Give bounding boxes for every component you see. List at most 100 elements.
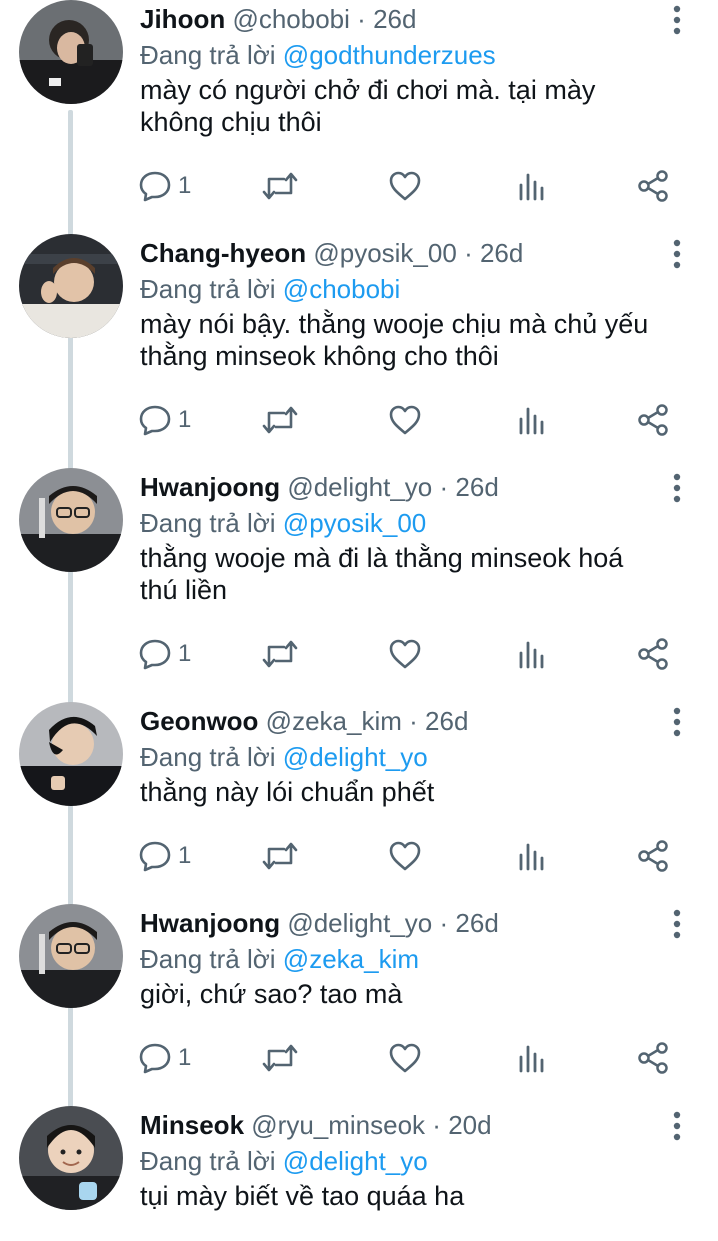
separator: · <box>464 238 473 268</box>
tweet-header: Geonwoo @zeka_kim · 26d <box>140 702 660 740</box>
tweet[interactable]: Hwanjoong @delight_yo · 26d Đang trả lời… <box>0 904 718 1138</box>
timestamp[interactable]: 26d <box>425 706 468 736</box>
bar-chart-icon <box>514 403 548 437</box>
tweet[interactable]: Chang-hyeon @pyosik_00 · 26d Đang trả lờ… <box>0 234 718 468</box>
avatar[interactable] <box>19 702 123 806</box>
retweet-arrows-icon <box>260 1041 300 1075</box>
tweet[interactable]: Jihoon @chobobi · 26d Đang trả lời @godt… <box>0 0 718 234</box>
speech-bubble-icon <box>138 637 172 671</box>
tweet[interactable]: Geonwoo @zeka_kim · 26d Đang trả lời @de… <box>0 702 718 936</box>
avatar[interactable] <box>19 904 123 1008</box>
reply-count: 1 <box>178 1044 192 1071</box>
share-nodes-icon <box>636 403 670 437</box>
heart-icon <box>388 169 422 203</box>
retweet-arrows-icon <box>260 169 300 203</box>
replying-to-link[interactable]: @chobobi <box>283 274 400 304</box>
like-button[interactable] <box>388 634 422 674</box>
like-button[interactable] <box>388 836 422 876</box>
like-button[interactable] <box>388 400 422 440</box>
three-dots-vertical-icon[interactable] <box>664 238 690 270</box>
replying-to-label: Đang trả lời <box>140 1146 276 1176</box>
retweet-button[interactable] <box>260 166 300 206</box>
reply-count: 1 <box>178 640 192 667</box>
timestamp[interactable]: 26d <box>373 4 416 34</box>
display-name[interactable]: Geonwoo <box>140 706 258 736</box>
replying-to: Đang trả lời @delight_yo <box>140 740 660 774</box>
like-button[interactable] <box>388 166 422 206</box>
avatar[interactable] <box>19 1106 123 1210</box>
retweet-button[interactable] <box>260 836 300 876</box>
three-dots-vertical-icon[interactable] <box>664 1110 690 1142</box>
share-button[interactable] <box>636 836 670 876</box>
reply-button[interactable]: 1 <box>138 836 191 876</box>
replying-to-link[interactable]: @delight_yo <box>283 742 428 772</box>
replying-to-label: Đang trả lời <box>140 508 276 538</box>
user-handle[interactable]: @ryu_minseok <box>251 1110 425 1140</box>
reply-button[interactable]: 1 <box>138 1038 191 1078</box>
avatar[interactable] <box>19 234 123 338</box>
replying-to: Đang trả lời @pyosik_00 <box>140 506 660 540</box>
views-button[interactable] <box>514 400 548 440</box>
three-dots-vertical-icon[interactable] <box>664 4 690 36</box>
share-button[interactable] <box>636 166 670 206</box>
tweet-text: thằng này lói chuẩn phết <box>140 777 435 807</box>
share-button[interactable] <box>636 1038 670 1078</box>
tweet[interactable]: Hwanjoong @delight_yo · 26d Đang trả lời… <box>0 468 718 702</box>
views-button[interactable] <box>514 166 548 206</box>
replying-to-label: Đang trả lời <box>140 40 276 70</box>
like-button[interactable] <box>388 1038 422 1078</box>
display-name[interactable]: Minseok <box>140 1110 244 1140</box>
replying-to-link[interactable]: @pyosik_00 <box>283 508 426 538</box>
reply-button[interactable]: 1 <box>138 634 191 674</box>
speech-bubble-icon <box>138 1041 172 1075</box>
retweet-button[interactable] <box>260 1038 300 1078</box>
display-name[interactable]: Hwanjoong <box>140 908 280 938</box>
user-handle[interactable]: @delight_yo <box>287 472 432 502</box>
share-button[interactable] <box>636 634 670 674</box>
tweet-header: Jihoon @chobobi · 26d <box>140 0 660 38</box>
separator: · <box>409 706 418 736</box>
three-dots-vertical-icon[interactable] <box>664 472 690 504</box>
separator: · <box>439 472 449 502</box>
replying-to-label: Đang trả lời <box>140 944 276 974</box>
separator: · <box>439 908 449 938</box>
display-name[interactable]: Chang-hyeon <box>140 238 306 268</box>
replying-to-link[interactable]: @delight_yo <box>283 1146 428 1176</box>
display-name[interactable]: Jihoon <box>140 4 225 34</box>
speech-bubble-icon <box>138 839 172 873</box>
tweet-text: tụi mày biết về tao quáa ha <box>140 1181 465 1211</box>
replying-to: Đang trả lời @delight_yo <box>140 1144 660 1178</box>
user-handle[interactable]: @pyosik_00 <box>313 238 456 268</box>
share-button[interactable] <box>636 400 670 440</box>
display-name[interactable]: Hwanjoong <box>140 472 280 502</box>
timestamp[interactable]: 26d <box>455 908 498 938</box>
avatar[interactable] <box>19 0 123 104</box>
timestamp[interactable]: 26d <box>455 472 498 502</box>
retweet-button[interactable] <box>260 634 300 674</box>
replying-to: Đang trả lời @godthunderzues <box>140 38 660 72</box>
user-handle[interactable]: @chobobi <box>232 4 349 34</box>
views-button[interactable] <box>514 1038 548 1078</box>
share-nodes-icon <box>636 169 670 203</box>
three-dots-vertical-icon[interactable] <box>664 706 690 738</box>
user-handle[interactable]: @delight_yo <box>287 908 432 938</box>
retweet-arrows-icon <box>260 839 300 873</box>
reply-button[interactable]: 1 <box>138 166 191 206</box>
retweet-button[interactable] <box>260 400 300 440</box>
three-dots-vertical-icon[interactable] <box>664 908 690 940</box>
tweet-header: Hwanjoong @delight_yo · 26d <box>140 468 660 506</box>
tweet[interactable]: Minseok @ryu_minseok · 20d Đang trả lời … <box>0 1106 718 1241</box>
views-button[interactable] <box>514 634 548 674</box>
replying-to-label: Đang trả lời <box>140 274 276 304</box>
replying-to-link[interactable]: @godthunderzues <box>283 40 496 70</box>
avatar[interactable] <box>19 468 123 572</box>
bar-chart-icon <box>514 839 548 873</box>
timestamp[interactable]: 26d <box>480 238 523 268</box>
reply-button[interactable]: 1 <box>138 400 191 440</box>
replying-to-link[interactable]: @zeka_kim <box>283 944 419 974</box>
share-nodes-icon <box>636 1041 670 1075</box>
timestamp[interactable]: 20d <box>448 1110 491 1140</box>
share-nodes-icon <box>636 839 670 873</box>
views-button[interactable] <box>514 836 548 876</box>
user-handle[interactable]: @zeka_kim <box>266 706 402 736</box>
